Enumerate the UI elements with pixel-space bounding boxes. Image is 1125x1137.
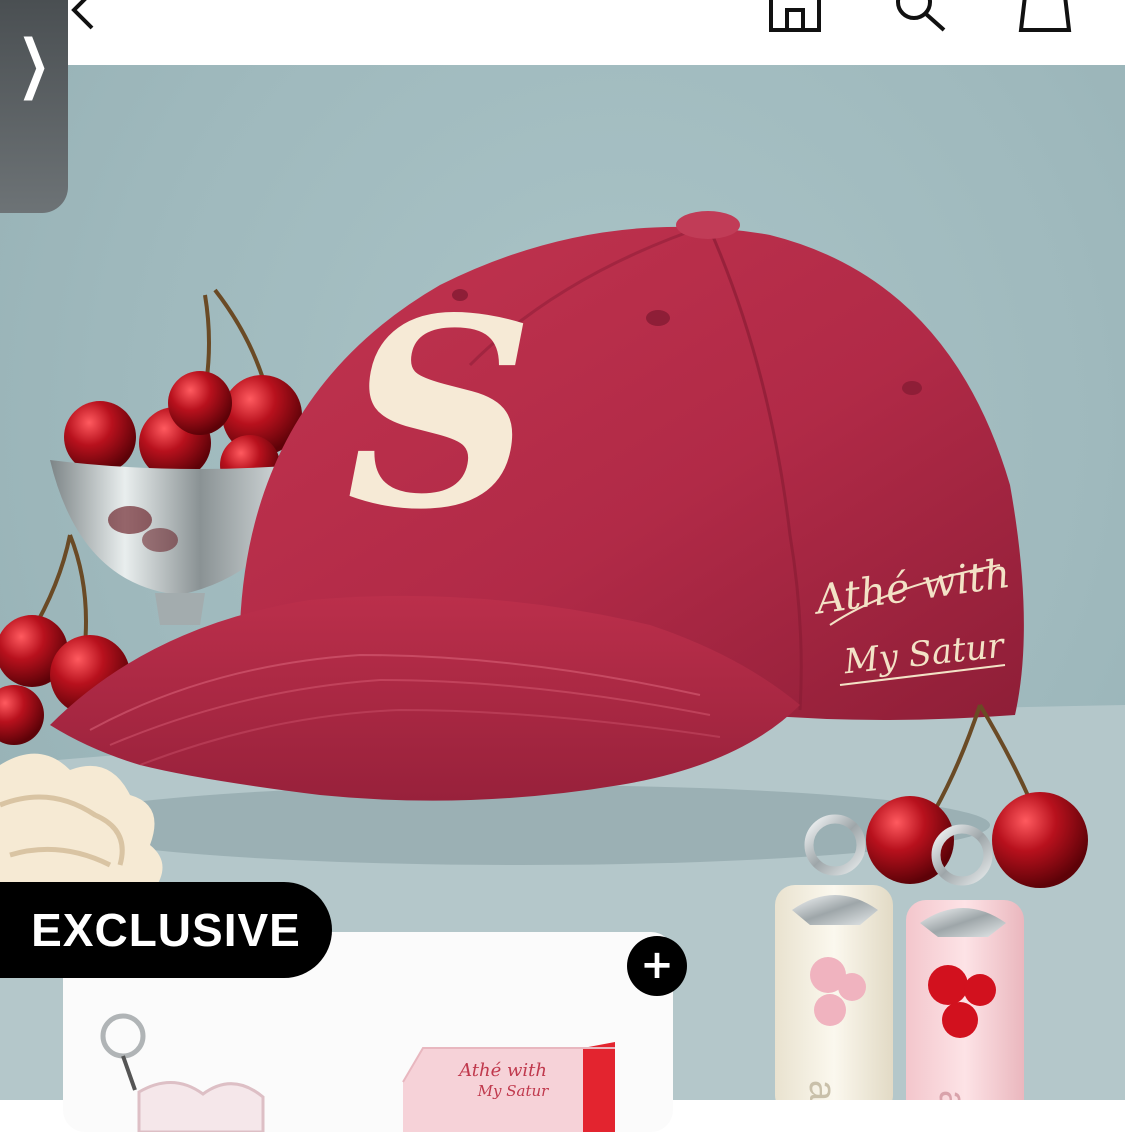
top-nav-bar [0, 0, 1125, 65]
cap-front-letter: S [346, 262, 534, 567]
exclusive-badge-label: EXCLUSIVE [31, 904, 301, 956]
gift-box: Athé with My Satur [402, 1042, 615, 1132]
gift-box-script-line1: Athé with [457, 1060, 547, 1081]
gift-box-script-line2: My Satur [477, 1082, 550, 1100]
add-to-bag-button[interactable]: + [627, 936, 687, 996]
keychain-icon [100, 1013, 265, 1134]
exclusive-badge: EXCLUSIVE [0, 882, 332, 978]
search-icon[interactable] [888, 0, 950, 38]
chevron-right-icon: ❯ [17, 27, 51, 101]
side-drawer-toggle[interactable]: ❯ [0, 0, 68, 213]
lip-tube-brand-cream: at [801, 1080, 843, 1100]
home-icon[interactable] [765, 0, 825, 38]
plus-icon: + [640, 941, 674, 988]
shopping-bag-icon[interactable] [1015, 0, 1075, 38]
lip-tube-brand-pink: at [931, 1090, 973, 1100]
